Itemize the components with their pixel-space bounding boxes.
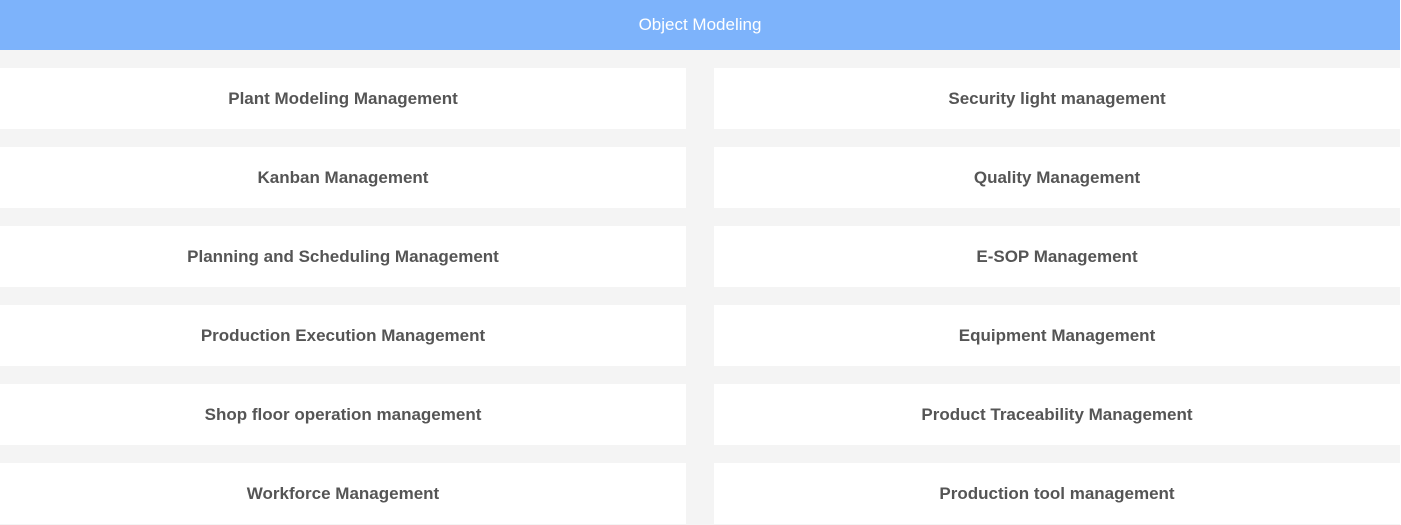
module-card-security-light[interactable]: Security light management: [714, 68, 1400, 129]
module-card-plant-modeling[interactable]: Plant Modeling Management: [0, 68, 686, 129]
module-label: Production Execution Management: [200, 325, 486, 345]
module-label: Equipment Management: [958, 325, 1156, 345]
module-label: Plant Modeling Management: [228, 88, 458, 108]
module-card-workforce[interactable]: Workforce Management: [0, 463, 686, 524]
module-label: Workforce Management: [246, 483, 440, 503]
module-label: Security light management: [948, 88, 1166, 108]
module-label: E-SOP Management: [976, 246, 1138, 266]
object-modeling-header[interactable]: Object Modeling: [0, 0, 1400, 50]
module-card-product-traceability[interactable]: Product Traceability Management: [714, 384, 1400, 445]
module-card-planning-scheduling[interactable]: Planning and Scheduling Management: [0, 226, 686, 287]
module-label: Quality Management: [973, 167, 1141, 187]
header-title: Object Modeling: [638, 15, 762, 34]
module-card-production-execution[interactable]: Production Execution Management: [0, 305, 686, 366]
module-card-shop-floor-operation[interactable]: Shop floor operation management: [0, 384, 686, 445]
module-label: Kanban Management: [257, 167, 429, 187]
module-card-kanban[interactable]: Kanban Management: [0, 147, 686, 208]
module-card-quality[interactable]: Quality Management: [714, 147, 1400, 208]
module-label: Production tool management: [939, 483, 1175, 503]
module-card-production-tool[interactable]: Production tool management: [714, 463, 1400, 524]
module-card-equipment[interactable]: Equipment Management: [714, 305, 1400, 366]
module-label: Planning and Scheduling Management: [187, 246, 499, 266]
module-card-e-sop[interactable]: E-SOP Management: [714, 226, 1400, 287]
module-label: Product Traceability Management: [921, 404, 1193, 424]
module-label: Shop floor operation management: [204, 404, 482, 424]
module-grid: Plant Modeling Management Security light…: [0, 68, 1400, 524]
